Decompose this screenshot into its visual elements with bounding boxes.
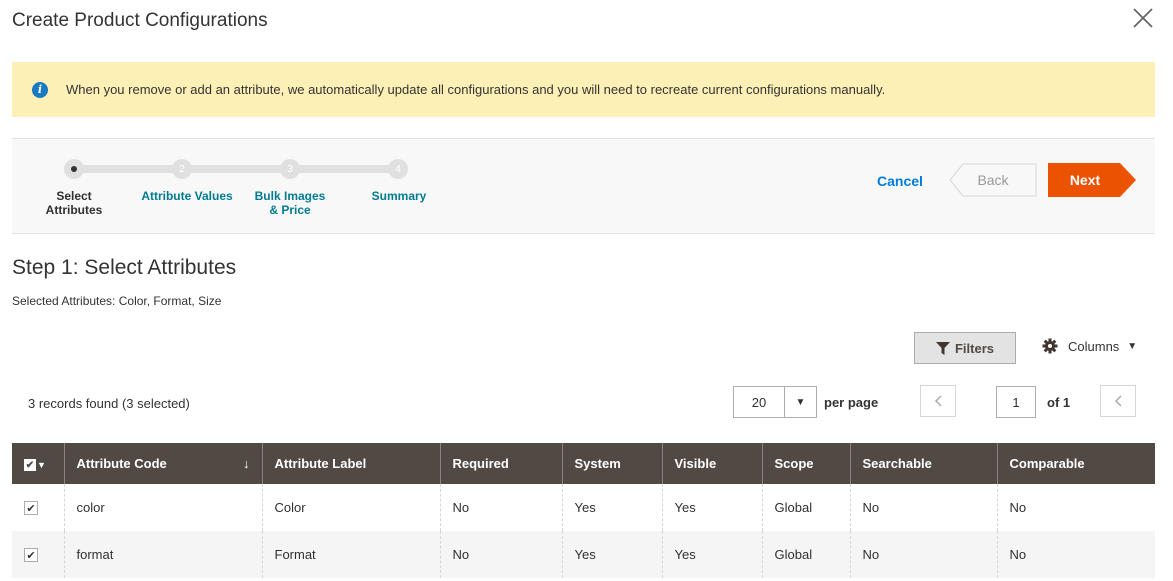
chevron-left-icon [1114, 395, 1122, 407]
step-1-label: Select Attributes [45, 189, 103, 217]
step-title: Step 1: Select Attributes [12, 256, 237, 279]
per-page-label: per page [824, 395, 879, 410]
cell-attribute-label: Format [262, 531, 441, 578]
close-icon[interactable] [1131, 6, 1155, 30]
cell-visible: Yes [662, 531, 763, 578]
notice-text: When you remove or add an attribute, we … [66, 82, 886, 97]
cell-searchable: No [850, 484, 998, 531]
cell-scope: Global [762, 531, 851, 578]
cell-required: No [440, 531, 563, 578]
chevron-down-icon: ▼ [1127, 340, 1138, 352]
column-header-comparable[interactable]: Comparable [997, 443, 1155, 484]
steps-wizard: 2 3 4 Select Attributes Attribute Values… [12, 138, 1155, 234]
column-header-attribute-label[interactable]: Attribute Label [262, 443, 441, 484]
step-4-label[interactable]: Summary [364, 189, 434, 203]
notice-message: i When you remove or add an attribute, w… [12, 62, 1155, 117]
page-number-input[interactable]: 1 [996, 386, 1036, 418]
row-select-cell[interactable]: ✔ [12, 484, 65, 531]
cell-visible: Yes [662, 484, 763, 531]
back-button[interactable]: Back [949, 163, 1037, 197]
row-select-cell[interactable]: ✔ [12, 531, 65, 578]
cell-scope: Global [762, 484, 851, 531]
column-header-scope[interactable]: Scope [762, 443, 851, 484]
cell-comparable: No [997, 531, 1155, 578]
filter-icon [935, 341, 950, 355]
table-row[interactable]: ✔ color Color No Yes Yes Global No No [12, 484, 1155, 531]
cell-required: No [440, 484, 563, 531]
step-4-dot[interactable]: 4 [388, 159, 408, 179]
chevron-left-icon [934, 395, 942, 407]
step-2-dot[interactable]: 2 [172, 159, 192, 179]
per-page-value: 20 [751, 394, 767, 410]
cell-system: Yes [562, 531, 663, 578]
next-page-button[interactable] [1100, 385, 1136, 417]
cell-attribute-label: Color [262, 484, 441, 531]
column-header-visible[interactable]: Visible [662, 443, 763, 484]
cell-system: Yes [562, 484, 663, 531]
next-button-label: Next [1069, 172, 1101, 188]
per-page-select[interactable]: 20 ▼ [733, 386, 817, 418]
step-3-dot[interactable]: 3 [280, 159, 300, 179]
info-icon: i [32, 81, 48, 98]
row-checkbox[interactable]: ✔ [24, 548, 38, 563]
checkmark-icon[interactable]: ✔ [24, 459, 36, 472]
records-count: 3 records found (3 selected) [28, 396, 190, 411]
columns-button[interactable]: Columns ▼ [1042, 338, 1137, 354]
selected-attributes: Selected Attributes: Color, Format, Size [12, 294, 222, 308]
row-checkbox[interactable]: ✔ [24, 501, 38, 516]
filters-button[interactable]: Filters [914, 332, 1016, 364]
step-2-label[interactable]: Attribute Values [132, 189, 242, 203]
cell-searchable: No [850, 531, 998, 578]
column-header-label: Attribute Code [76, 456, 167, 471]
step-1-dot [64, 159, 84, 179]
attributes-grid: ✔ ▼ Attribute Code ↓ Attribute Label Req… [12, 443, 1155, 578]
page-total: of 1 [1047, 395, 1071, 410]
next-button[interactable]: Next [1048, 163, 1136, 197]
column-header-attribute-code[interactable]: Attribute Code ↓ [64, 443, 263, 484]
previous-page-button[interactable] [920, 385, 956, 417]
chevron-down-icon[interactable]: ▼ [37, 460, 46, 470]
column-header-system[interactable]: System [562, 443, 663, 484]
modal-title: Create Product Configurations [12, 10, 268, 31]
cell-attribute-code: format [64, 531, 263, 578]
cell-attribute-code: color [64, 484, 263, 531]
table-row[interactable]: ✔ format Format No Yes Yes Global No No [12, 531, 1155, 578]
back-button-label: Back [977, 172, 1009, 188]
grid-header-row: ✔ ▼ Attribute Code ↓ Attribute Label Req… [12, 443, 1155, 484]
cell-comparable: No [1009, 500, 1027, 515]
sort-arrow-icon: ↓ [243, 456, 250, 471]
filters-label: Filters [954, 340, 994, 356]
step-3-label[interactable]: Bulk Images & Price [250, 189, 330, 217]
chevron-down-icon[interactable]: ▼ [784, 387, 816, 417]
mass-select-header[interactable]: ✔ ▼ [12, 443, 65, 484]
cancel-button[interactable]: Cancel [877, 173, 923, 189]
columns-label: Columns [1068, 338, 1120, 354]
gear-icon [1042, 338, 1058, 354]
steps-track [82, 165, 402, 173]
column-header-searchable[interactable]: Searchable [850, 443, 998, 484]
column-header-required[interactable]: Required [440, 443, 563, 484]
